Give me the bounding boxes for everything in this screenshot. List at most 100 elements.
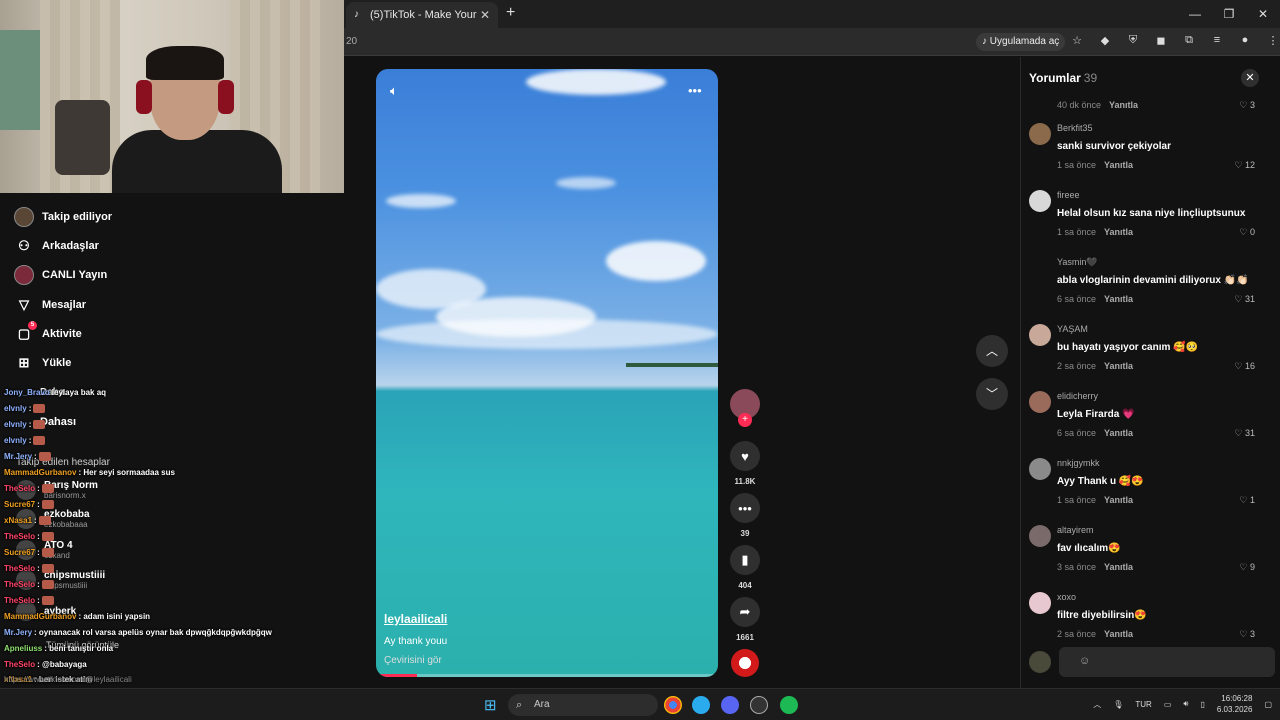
comment-username[interactable]: altayirem — [1057, 525, 1094, 535]
comment-like-button[interactable]: ♡ 3 — [1239, 100, 1255, 111]
profile-icon[interactable]: ● — [1238, 34, 1252, 47]
tiktok-icon: ♪ — [354, 9, 359, 20]
sidebar-item-live[interactable]: CANLI Yayın — [14, 264, 107, 286]
tray-chevron-icon[interactable]: ︿ — [1093, 699, 1101, 710]
bookmark-star-icon[interactable]: ☆ — [1070, 34, 1084, 47]
video-player[interactable]: 🔈︎ ••• leylaailicali Ay thank youu Çevir… — [376, 69, 718, 677]
follow-plus-icon[interactable]: + — [738, 413, 752, 427]
see-all-link[interactable]: Tümünü görüntüle — [46, 634, 119, 656]
battery-icon[interactable]: ▯ — [1200, 700, 1204, 709]
more-options-icon[interactable]: ••• — [688, 83, 702, 98]
language-indicator[interactable]: TUR — [1135, 700, 1151, 709]
comment-list[interactable]: 40 dk önce Yanıtla ♡ 3 Berkfit35 sanki survi… — [1021, 93, 1280, 640]
following-account[interactable]: Barış Norm barisnorm.x — [16, 480, 98, 500]
reply-button[interactable]: Yanıtla — [1104, 495, 1133, 505]
like-button[interactable]: ♥ 11.8K — [728, 441, 762, 486]
save-button[interactable]: ▮ 404 — [728, 545, 762, 590]
volume-tray-icon[interactable]: 🔊︎ — [1183, 699, 1188, 709]
reply-button[interactable]: Yanıtla — [1104, 227, 1133, 237]
minimize-icon[interactable]: — — [1178, 0, 1212, 28]
comment-username[interactable]: elidicherry — [1057, 391, 1098, 401]
sidebar-item-activity[interactable]: ▢ 5 Aktivite — [14, 321, 82, 345]
comment-text: Leyla Firarda 💗 — [1057, 409, 1135, 420]
reply-button[interactable]: Yanıtla — [1104, 361, 1133, 371]
discord-icon[interactable] — [721, 696, 739, 714]
reply-button[interactable]: Yanıtla — [1109, 100, 1138, 110]
comment-like-button[interactable]: ♡ 31 — [1234, 428, 1255, 439]
comment-username[interactable]: fireee — [1057, 190, 1080, 200]
account-name: ayberk — [44, 605, 77, 617]
comment-item: elidicherry Leyla Firarda 💗 6 sa önce Yanıt… — [1029, 391, 1275, 451]
windows-start-icon[interactable]: ⊞ — [484, 696, 497, 714]
comment-username[interactable]: xoxo — [1057, 592, 1076, 602]
tab-close-icon[interactable]: ✕ — [480, 8, 490, 22]
close-comments-button[interactable]: ✕ — [1241, 69, 1259, 87]
comment-like-button[interactable]: ♡ 3 — [1239, 629, 1255, 640]
comment-like-button[interactable]: ♡ 12 — [1234, 160, 1255, 171]
sidebar-item-more-partial[interactable]: Daha... — [40, 381, 73, 403]
window-controls: — ❐ ✕ — [1178, 0, 1280, 28]
extension-icon[interactable]: ◆ — [1098, 34, 1112, 47]
restore-icon[interactable]: ❐ — [1212, 0, 1246, 28]
comment-like-button[interactable]: ♡ 9 — [1239, 562, 1255, 573]
sidebar: Takip ediliyor ⚇ Arkadaşlar CANLI Yayın … — [0, 193, 344, 690]
taskbar-search[interactable]: ⌕ Ara — [508, 694, 658, 716]
sidebar-item-following[interactable]: Takip ediliyor — [14, 206, 112, 228]
telegram-icon[interactable] — [692, 696, 710, 714]
comment-like-button[interactable]: ♡ 0 — [1239, 227, 1255, 238]
share-count: 1661 — [736, 633, 754, 642]
extension-icon-2[interactable]: ◼ — [1154, 34, 1168, 47]
following-account[interactable]: ATO 4 ozkand — [16, 540, 73, 560]
media-icon[interactable]: ≡ — [1210, 34, 1224, 47]
comment-input[interactable]: ☺ — [1059, 647, 1275, 677]
browser-tab[interactable]: ♪ (5)TikTok - Make Your Day ✕ — [346, 2, 498, 28]
see-translation-link[interactable]: Çevirisini gör — [384, 655, 442, 666]
sidebar-item-upload[interactable]: ⊞ Yükle — [14, 352, 72, 374]
comment-username[interactable]: YAŞAM — [1057, 324, 1088, 334]
comment-like-button[interactable]: ♡ 16 — [1234, 361, 1255, 372]
new-tab-button[interactable]: + — [506, 4, 515, 22]
volume-icon[interactable]: 🔈︎ — [390, 83, 398, 99]
shield-icon[interactable]: ⛨ — [1126, 34, 1140, 47]
sidebar-item-more[interactable]: Dahası — [40, 411, 76, 433]
url-field[interactable]: 20 — [346, 36, 357, 47]
next-video-button[interactable]: ﹀ — [976, 378, 1008, 410]
notification-icon[interactable]: ▢ — [1264, 700, 1272, 709]
obs-icon[interactable] — [750, 696, 768, 714]
following-account[interactable]: ezkobaba ezkobabaaa — [16, 509, 90, 529]
emoji-icon[interactable]: ☺ — [1079, 655, 1090, 667]
comment-username[interactable]: Yasmin🖤 — [1057, 257, 1098, 268]
clock[interactable]: 16:06:28 6.03.2026 — [1217, 693, 1253, 715]
account-name: chipsmustiiii — [44, 570, 106, 581]
reply-button[interactable]: Yanıtla — [1104, 160, 1133, 170]
chrome-icon[interactable] — [664, 696, 682, 714]
following-account[interactable]: chipsmustiiii chipsmustiiii — [16, 570, 105, 590]
puzzle-icon[interactable]: ⧉ — [1182, 34, 1196, 47]
close-window-icon[interactable]: ✕ — [1246, 0, 1280, 28]
comment-button[interactable]: ••• 39 — [728, 493, 762, 538]
video-username[interactable]: leylaailicali — [384, 612, 447, 626]
creator-avatar[interactable]: + — [728, 389, 762, 427]
video-progress-bar[interactable] — [376, 674, 718, 677]
reply-button[interactable]: Yanıtla — [1104, 294, 1133, 304]
music-disc[interactable] — [728, 649, 762, 677]
open-in-app-button[interactable]: ♪ Uygulamada aç — [976, 33, 1066, 51]
sidebar-item-messages[interactable]: ▽ Mesajlar — [14, 294, 86, 316]
mic-icon[interactable]: 🎙︎ — [1113, 700, 1123, 709]
following-account[interactable]: ayberk — [16, 601, 76, 621]
share-button[interactable]: ➦ 1661 — [728, 597, 762, 642]
heart-outline-icon: ♡ — [1234, 361, 1245, 371]
network-icon[interactable]: ▭ — [1164, 700, 1172, 709]
reply-button[interactable]: Yanıtla — [1104, 428, 1133, 438]
reply-button[interactable]: Yanıtla — [1104, 562, 1133, 572]
comment-like-button[interactable]: ♡ 1 — [1239, 495, 1255, 506]
spotify-icon[interactable] — [780, 696, 798, 714]
comment-username[interactable]: Berkfit35 — [1057, 123, 1093, 133]
sidebar-item-friends[interactable]: ⚇ Arkadaşlar — [14, 235, 99, 257]
reply-button[interactable]: Yanıtla — [1104, 629, 1133, 639]
comment-like-button[interactable]: ♡ 31 — [1234, 294, 1255, 305]
comment-username[interactable]: nnkjgymkk — [1057, 458, 1100, 468]
menu-icon[interactable]: ⋮ — [1266, 34, 1280, 47]
chevron-up-icon: ︿ — [985, 344, 998, 358]
previous-video-button[interactable]: ︿ — [976, 335, 1008, 367]
